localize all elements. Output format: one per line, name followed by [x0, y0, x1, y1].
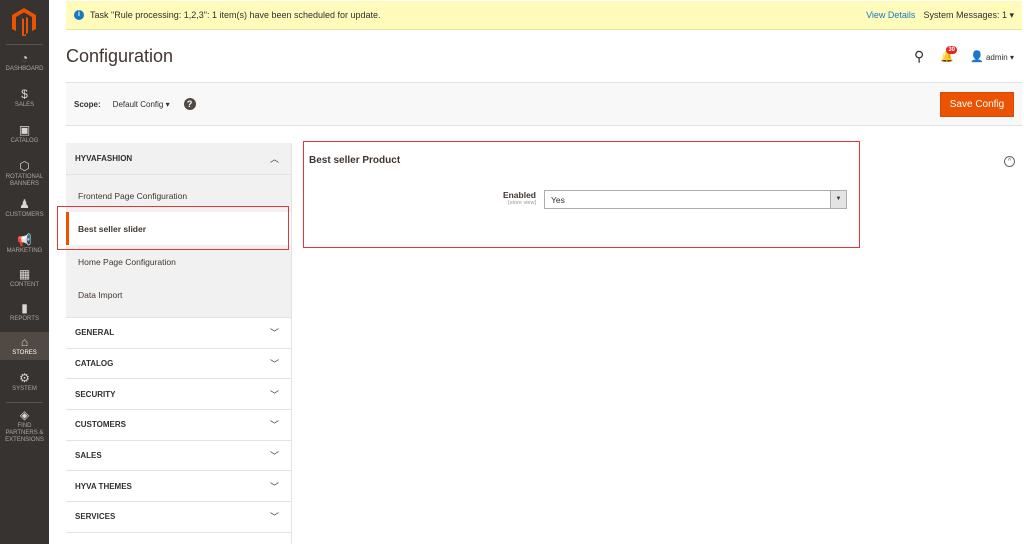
save-config-button[interactable]: Save Config	[940, 92, 1014, 117]
magento-logo[interactable]	[12, 8, 36, 36]
tab-group[interactable]: SALES ﹀	[66, 440, 291, 472]
chevron-down-icon: ﹀	[269, 512, 279, 523]
dropdown-arrow-icon: ▼	[830, 191, 846, 208]
tab-group[interactable]: HYVA THEMES ﹀	[66, 471, 291, 503]
store-icon: ⌂	[20, 335, 29, 349]
chevron-down-icon: ﹀	[269, 420, 279, 431]
config-tabs: HYVAFASHION ︿ Frontend Page Configuration…	[66, 143, 292, 544]
sidebar-item-dashboard[interactable]: ◔ DASHBOARD	[0, 48, 49, 76]
tab-group[interactable]: SERVICES ﹀	[66, 502, 291, 533]
sidebar-item-system[interactable]: ⚙ SYSTEM	[0, 368, 49, 396]
person-icon: ♟	[19, 197, 30, 211]
tab-group-hyvafashion[interactable]: HYVAFASHION ︿	[66, 143, 291, 175]
tab-group[interactable]: CUSTOMERS ﹀	[66, 410, 291, 441]
message-text: Task "Rule processing: 1,2,3": 1 item(s)…	[90, 10, 381, 20]
layout-icon: ▦	[18, 267, 31, 281]
chevron-down-icon: ﹀	[269, 389, 279, 400]
sidebar-item-customers[interactable]: ♟ CUSTOMERS	[0, 194, 49, 222]
scope-label: Scope:	[74, 99, 101, 109]
sidebar-item-label: SALES	[14, 102, 35, 108]
sidebar-item-marketing[interactable]: 📢 MARKETING	[0, 230, 49, 258]
enabled-select[interactable]: Yes ▼	[544, 190, 847, 209]
notifications-button[interactable]: 🔔 30	[940, 46, 957, 63]
sidebar-item-label: DASHBOARD	[5, 66, 44, 72]
highlight-box-tab	[57, 206, 289, 250]
bar-chart-icon: ▮	[21, 301, 28, 315]
system-message-bar: i Task "Rule processing: 1,2,3": 1 item(…	[66, 1, 1022, 30]
user-menu[interactable]: 👤 admin ▾	[970, 50, 1014, 63]
dollar-icon: $	[21, 87, 28, 101]
hexagon-icon: ⬡	[19, 159, 30, 173]
section-title[interactable]: Best seller Product	[309, 155, 400, 166]
chevron-up-icon: ︿	[269, 154, 279, 164]
sidebar-item-label: CATALOG	[10, 138, 39, 144]
info-icon: i	[74, 10, 84, 20]
collapse-icon[interactable]: ^	[1004, 156, 1015, 167]
megaphone-icon: 📢	[17, 233, 32, 247]
sidebar-item-label: MARKETING	[6, 248, 43, 254]
chevron-down-icon: ﹀	[269, 481, 279, 492]
scope-switcher[interactable]: Default Config ▾	[113, 100, 170, 109]
sidebar-item-stores[interactable]: ⌂ STORES	[0, 332, 49, 360]
scope-bar: Scope: Default Config ▾ ? Save Config	[66, 82, 1022, 126]
sidebar-item-label: ROTATIONAL BANNERS	[5, 174, 44, 187]
tab-group[interactable]: GENERAL ﹀	[66, 318, 291, 349]
blocks-icon: ◈	[19, 408, 30, 422]
sidebar-item-reports[interactable]: ▮ REPORTS	[0, 298, 49, 326]
gear-icon: ⚙	[19, 371, 30, 385]
sidebar-item-catalog[interactable]: ▣ CATALOG	[0, 120, 49, 148]
sidebar-item-sales[interactable]: $ SALES	[0, 84, 49, 112]
help-icon[interactable]: ?	[183, 98, 196, 110]
tab-group[interactable]: CATALOG ﹀	[66, 348, 291, 380]
admin-sidebar: ◔ DASHBOARD $ SALES ▣ CATALOG ⬡ ROTATIONAL BANN…	[0, 0, 49, 544]
sidebar-item-label: STORES	[12, 350, 37, 356]
chevron-down-icon: ﹀	[269, 451, 279, 462]
page-title: Configuration	[66, 46, 174, 66]
view-details-link[interactable]: View Details	[866, 10, 915, 21]
sidebar-item-label: FIND PARTNERS & EXTENSIONS	[5, 423, 44, 443]
search-icon[interactable]: ⚲	[914, 48, 924, 65]
notification-count: 30	[946, 46, 957, 54]
sidebar-item-rotational-banners[interactable]: ⬡ ROTATIONAL BANNERS	[0, 156, 49, 191]
tab-item[interactable]: Data Import	[66, 278, 291, 311]
sidebar-item-label: CONTENT	[10, 282, 39, 288]
box-icon: ▣	[18, 123, 31, 137]
sidebar-item-label: CUSTOMERS	[5, 212, 44, 218]
system-messages-dropdown[interactable]: System Messages: 1 ▾	[923, 10, 1014, 21]
sidebar-item-label: SYSTEM	[12, 386, 37, 392]
dashboard-icon: ◔	[20, 51, 29, 65]
chevron-down-icon: ﹀	[269, 359, 279, 370]
sidebar-item-find-partners-extensions[interactable]: ◈ FIND PARTNERS & EXTENSIONS	[0, 405, 49, 447]
chevron-down-icon: ﹀	[269, 328, 279, 339]
tab-group[interactable]: SECURITY ﹀	[66, 379, 291, 411]
sidebar-item-content[interactable]: ▦ CONTENT	[0, 264, 49, 292]
user-icon: 👤	[970, 51, 984, 63]
sidebar-item-label: REPORTS	[10, 316, 39, 322]
enabled-label: Enabled [store view]	[502, 190, 536, 206]
